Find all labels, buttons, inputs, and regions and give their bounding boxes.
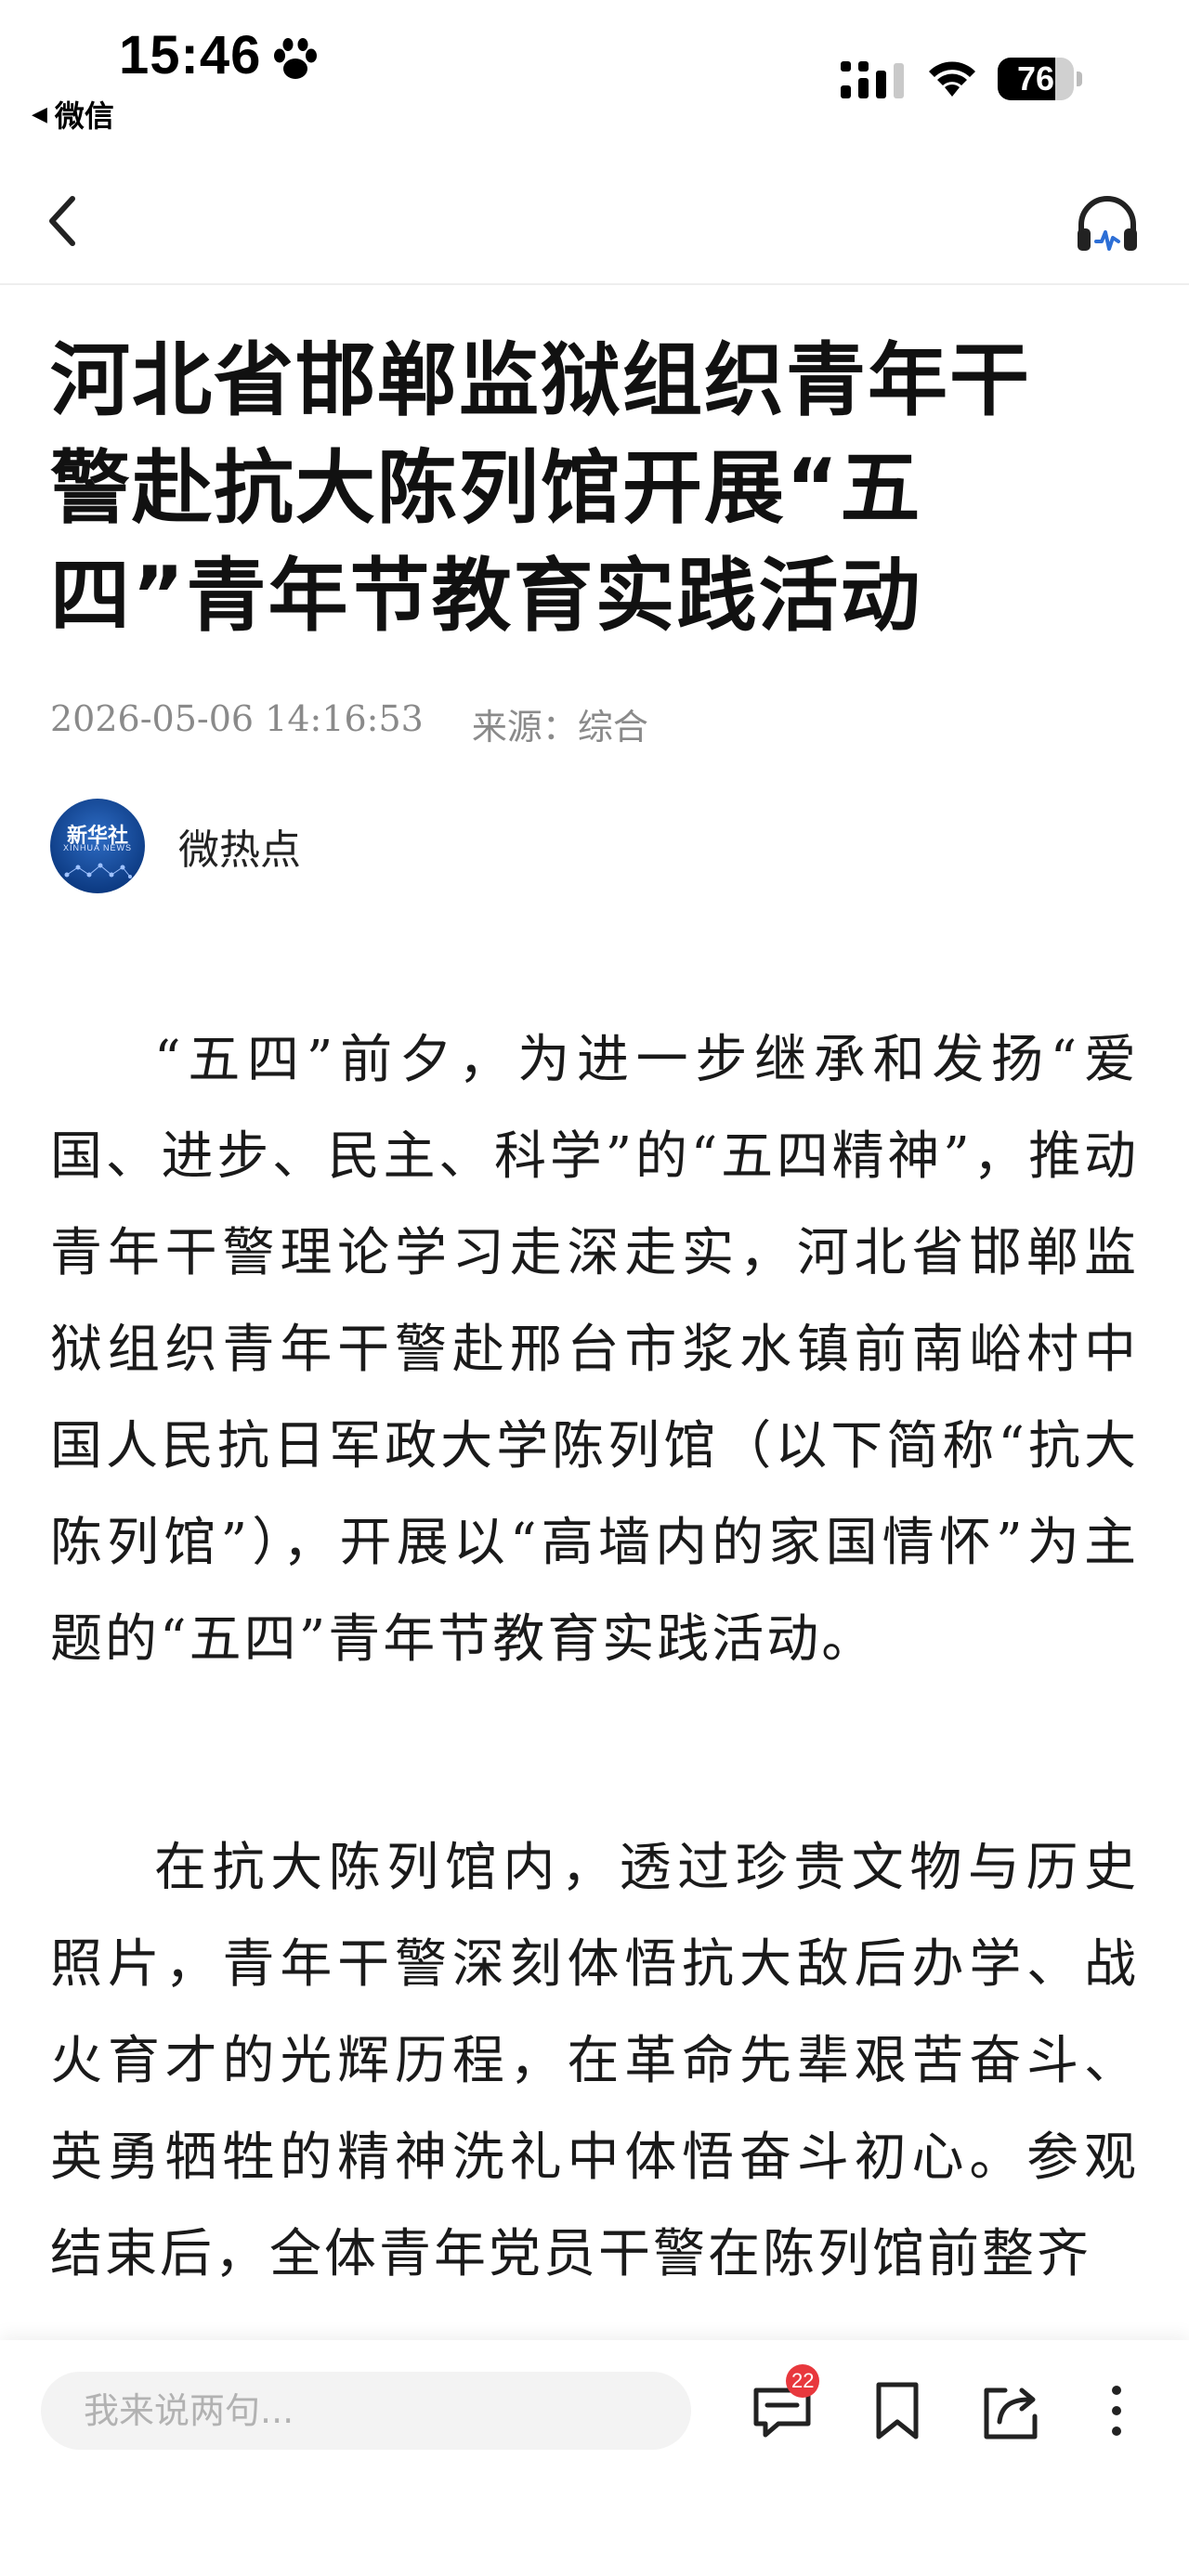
publish-date: 2026-05-06 14:16:53: [50, 698, 424, 739]
comment-input[interactable]: [41, 2372, 691, 2450]
wifi-icon: [929, 61, 975, 97]
article-meta: 2026-05-06 14:16:53 来源：综合: [50, 698, 648, 749]
headphones-icon[interactable]: [1074, 191, 1141, 258]
bookmark-icon[interactable]: [864, 2377, 931, 2444]
author-name[interactable]: 微热点: [178, 816, 301, 876]
status-bar: 15:46 ◀ 微信 76: [0, 0, 1189, 158]
battery-indicator: 76: [998, 58, 1083, 100]
paw-icon: [274, 38, 317, 79]
author-row[interactable]: 新华社 XINHUA NEWS 微热点: [50, 799, 301, 893]
back-app-label: 微信: [54, 98, 114, 134]
network-dots-icon: [64, 863, 132, 878]
more-vertical-icon[interactable]: [1083, 2377, 1150, 2444]
nav-bar: [0, 158, 1189, 285]
xinhua-logo-subtext: XINHUA NEWS: [62, 843, 132, 852]
source-label: 来源：综合: [471, 707, 648, 748]
cellular-signal-icon: [841, 61, 904, 98]
status-time: 15:46: [119, 25, 262, 85]
article-title: 河北省邯郸监狱组织青年干警赴抗大陈列馆开展“五四”青年节教育实践活动: [50, 334, 1031, 643]
share-icon[interactable]: [979, 2377, 1046, 2444]
battery-percent: 76: [1016, 59, 1055, 98]
bottom-action-bar: 22: [0, 2340, 1189, 2576]
chevron-left-icon[interactable]: [41, 191, 85, 251]
back-triangle-icon: ◀: [32, 102, 47, 126]
back-to-app-link[interactable]: ◀ 微信: [32, 93, 114, 136]
article-paragraph: 在抗大陈列馆内，透过珍贵文物与历史照片，青年干警深刻体悟抗大敌后办学、战火育才的…: [50, 1838, 1139, 2284]
avatar[interactable]: 新华社 XINHUA NEWS: [50, 799, 145, 893]
article-paragraph: “五四”前夕，为进一步继承和发扬“爱国、进步、民主、科学”的“五四精神”，推动青…: [50, 1030, 1139, 1670]
